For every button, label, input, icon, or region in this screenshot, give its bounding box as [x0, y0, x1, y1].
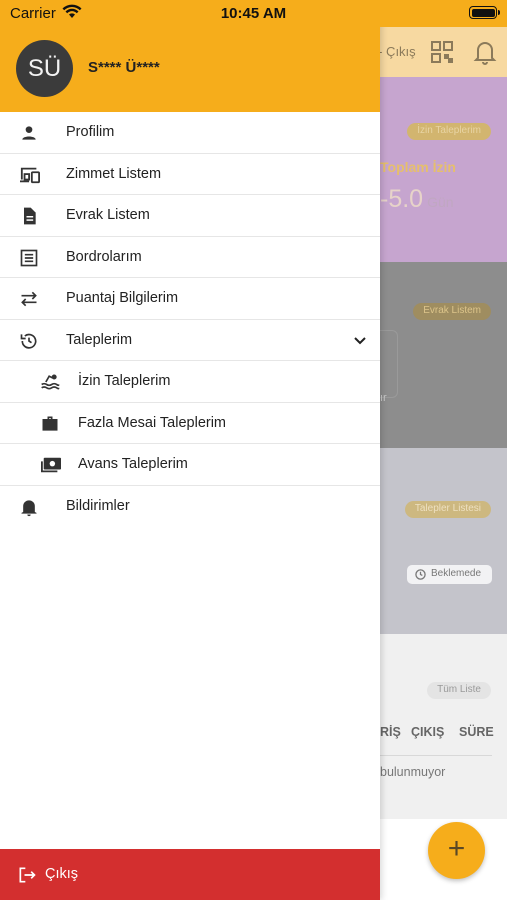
briefcase-icon	[40, 414, 60, 434]
menu-item-label: Taleplerim	[66, 331, 133, 348]
attendance-card: Tüm Liste RİŞ ÇIKIŞ SÜRE bulunmuyor	[380, 634, 507, 819]
battery-icon	[469, 6, 500, 19]
submenu-item-leave-requests[interactable]: İzin Taleplerim	[0, 361, 380, 403]
menu-item-label: Profilim	[66, 124, 115, 140]
navigation-drawer: SÜ S**** Ü**** Profilim Zimmet Listem Ev…	[0, 0, 380, 900]
divider	[380, 755, 492, 756]
documents-box	[380, 330, 398, 398]
drawer-menu: Profilim Zimmet Listem Evrak Listem Bord…	[0, 112, 380, 527]
devices-icon	[19, 165, 40, 185]
documents-pill[interactable]: Evrak Listem	[413, 303, 491, 320]
document-icon	[19, 206, 39, 226]
pool-icon	[40, 372, 60, 392]
menu-item-label: Puantaj Bilgilerim	[66, 290, 179, 306]
notification-bell-icon[interactable]	[473, 39, 497, 70]
requests-card: Talepler Listesi Beklemede	[380, 448, 507, 634]
menu-item-payslips[interactable]: Bordrolarım	[0, 237, 380, 278]
logout-button[interactable]: Çıkış	[0, 849, 380, 900]
all-list-pill[interactable]: Tüm Liste	[427, 682, 491, 699]
leave-summary-card: İzin Taleplerim Toplam İzin -5.0 Gün	[380, 77, 507, 262]
add-button[interactable]: +	[428, 822, 485, 879]
empty-state-text: bulunmuyor	[380, 765, 446, 779]
person-icon	[19, 123, 39, 143]
submenu-item-label: Avans Taleplerim	[78, 456, 188, 472]
column-duration: SÜRE	[459, 725, 494, 739]
status-bar: Carrier 10:45 AM	[0, 0, 507, 27]
user-name: S**** Ü****	[88, 59, 160, 76]
submenu-item-overtime-requests[interactable]: Fazla Mesai Taleplerim	[0, 403, 380, 444]
column-exit: ÇIKIŞ	[411, 725, 445, 739]
menu-item-documents[interactable]: Evrak Listem	[0, 195, 380, 237]
payslip-icon	[19, 248, 39, 268]
menu-item-label: Bildirimler	[66, 497, 130, 514]
bell-icon	[19, 497, 39, 517]
money-icon	[40, 455, 61, 475]
qr-code-icon[interactable]	[430, 40, 454, 69]
documents-fragment-text: ır	[380, 392, 387, 404]
logout-label: Çıkış	[45, 866, 79, 882]
clock-icon	[415, 569, 426, 583]
menu-item-label: Zimmet Listem	[66, 165, 162, 182]
clock-label: 10:45 AM	[220, 5, 287, 22]
submenu-item-advance-requests[interactable]: Avans Taleplerim	[0, 444, 380, 486]
menu-item-attendance[interactable]: Puantaj Bilgilerim	[0, 278, 380, 320]
menu-item-notifications[interactable]: Bildirimler	[0, 486, 380, 528]
pending-status-badge: Beklemede	[407, 565, 492, 584]
menu-item-requests[interactable]: Taleplerim	[0, 320, 380, 361]
menu-item-label: Bordrolarım	[66, 248, 142, 265]
plus-icon: +	[447, 832, 466, 865]
menu-item-profile[interactable]: Profilim	[0, 112, 380, 154]
logout-icon	[17, 865, 37, 890]
total-leave-title: Toplam İzin	[380, 159, 456, 175]
submenu-item-label: İzin Taleplerim	[78, 373, 171, 389]
column-entry: RİŞ	[380, 725, 401, 739]
menu-item-assets[interactable]: Zimmet Listem	[0, 154, 380, 195]
menu-item-label: Evrak Listem	[66, 207, 150, 223]
swap-arrows-icon	[19, 289, 39, 309]
chevron-down-icon[interactable]	[353, 334, 367, 353]
submenu-item-label: Fazla Mesai Taleplerim	[78, 414, 227, 431]
requests-list-pill[interactable]: Talepler Listesi	[404, 501, 491, 518]
history-icon	[19, 331, 39, 351]
documents-card: Evrak Listem ır	[380, 262, 507, 448]
leave-days-value: -5.0 Gün	[380, 185, 454, 213]
leave-requests-pill[interactable]: İzin Taleplerim	[407, 123, 491, 140]
avatar[interactable]: SÜ	[16, 40, 73, 97]
